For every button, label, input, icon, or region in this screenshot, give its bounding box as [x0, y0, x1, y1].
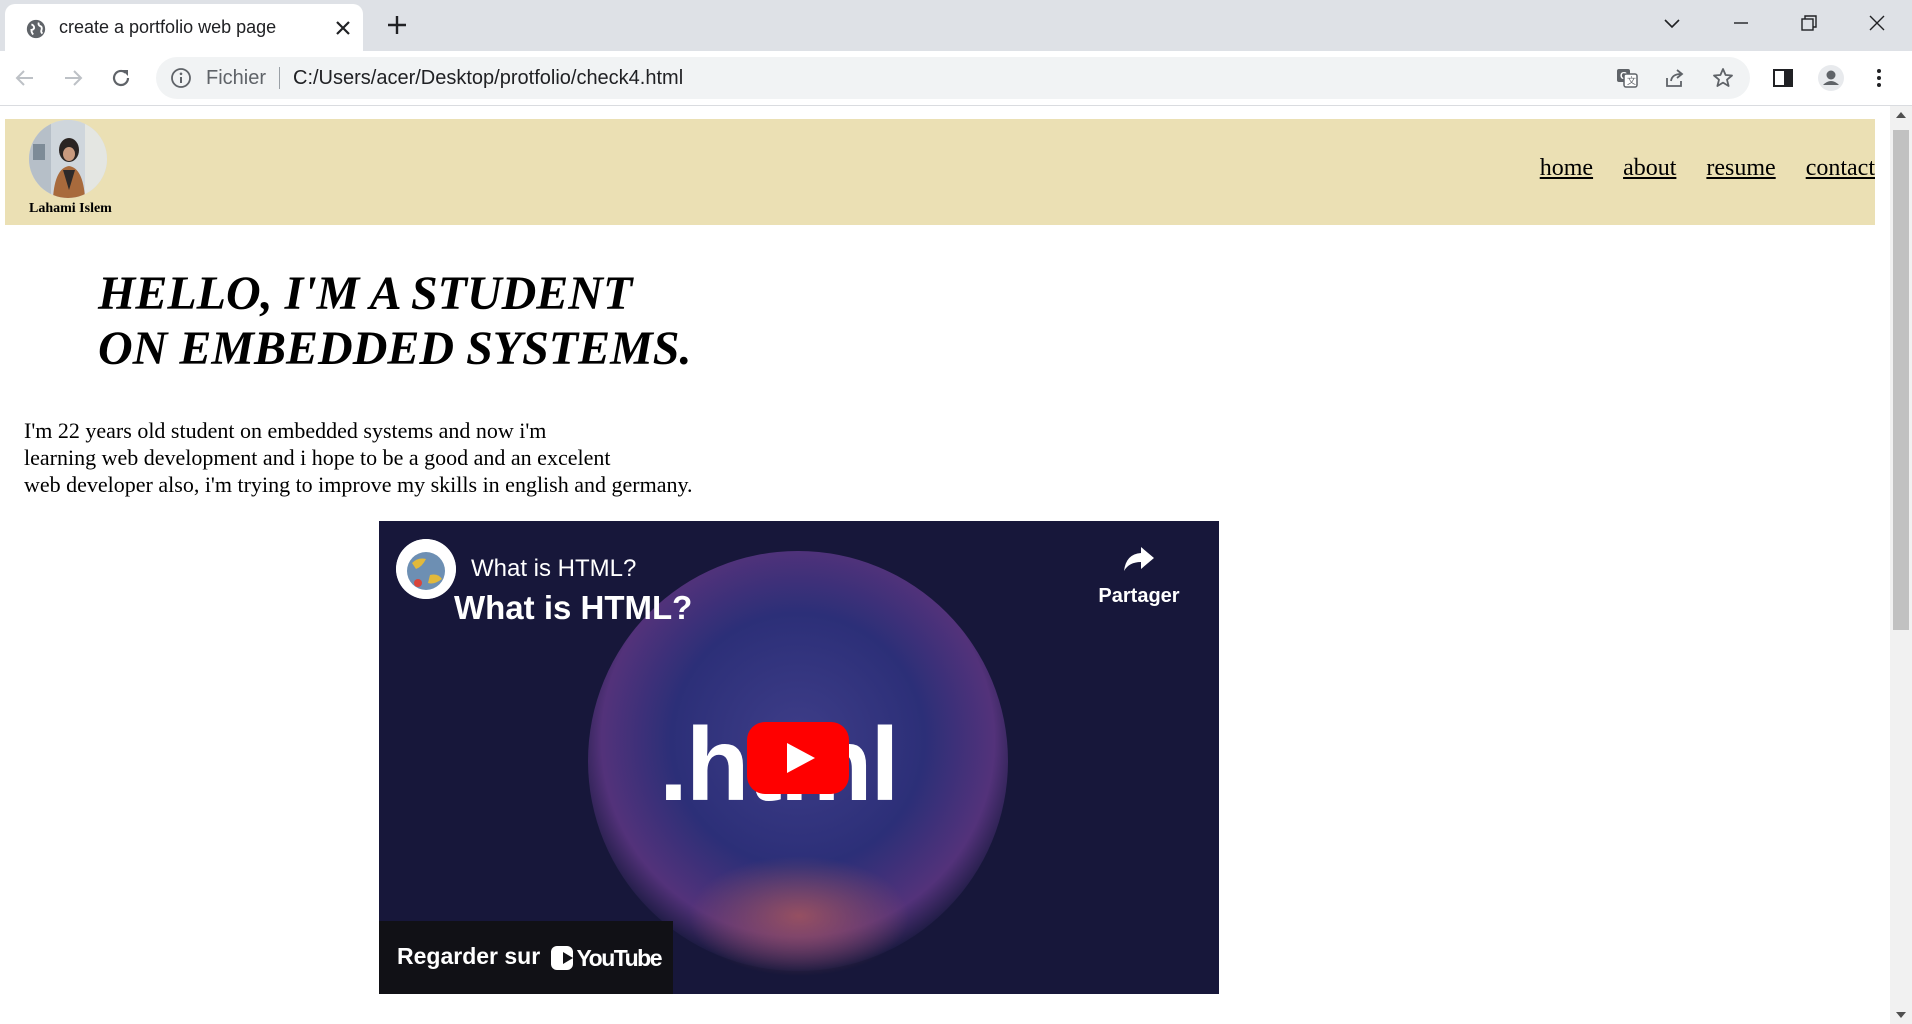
info-icon[interactable]	[170, 67, 192, 89]
intro-paragraph: I'm 22 years old student on embedded sys…	[24, 417, 693, 498]
watch-label: Regarder sur	[397, 943, 541, 969]
scroll-down-arrow-icon[interactable]	[1896, 1012, 1906, 1018]
tab-title: create a portfolio web page	[59, 17, 277, 37]
nav-link-about[interactable]: about	[1623, 155, 1676, 182]
hero-title-line-2: ON EMBEDDED SYSTEMS.	[98, 322, 692, 375]
hero-title: HELLO, I'M A STUDENT ON EMBEDDED SYSTEMS…	[98, 266, 691, 376]
svg-text:文: 文	[1627, 75, 1636, 86]
intro-line-1: I'm 22 years old student on embedded sys…	[24, 418, 547, 443]
nav-link-contact[interactable]: contact	[1806, 155, 1875, 182]
forward-arrow-icon[interactable]	[58, 63, 88, 93]
share-button[interactable]: Partager	[1079, 541, 1199, 613]
chevron-down-icon[interactable]	[1649, 6, 1695, 40]
tab-strip: create a portfolio web page	[0, 0, 1912, 51]
vertical-scrollbar[interactable]	[1890, 106, 1912, 1024]
share-arrow-icon	[1124, 547, 1154, 571]
address-separator	[279, 67, 280, 89]
plus-icon[interactable]	[382, 10, 412, 40]
youtube-logo: YouTube	[551, 943, 663, 973]
address-bar[interactable]: Fichier C:/Users/acer/Desktop/protfolio/…	[156, 57, 1750, 99]
security-label: Fichier	[206, 67, 267, 89]
watch-on-youtube-button[interactable]: Regarder sur YouTube	[379, 921, 673, 994]
profile-icon[interactable]	[1816, 63, 1846, 93]
reload-icon[interactable]	[106, 63, 136, 93]
intro-line-3: web developer also, i'm trying to improv…	[24, 472, 693, 497]
scroll-up-arrow-icon[interactable]	[1896, 112, 1906, 118]
play-button[interactable]	[747, 722, 849, 794]
globe-icon	[26, 19, 46, 39]
more-menu-icon[interactable]	[1864, 63, 1894, 93]
avatar	[29, 120, 107, 198]
page-viewport: Lahami Islem home about resume contact H…	[0, 106, 1890, 1024]
translate-icon[interactable]: G文	[1614, 65, 1640, 91]
url-input[interactable]: C:/Users/acer/Desktop/protfolio/check4.h…	[293, 67, 683, 90]
minimize-icon[interactable]	[1718, 6, 1764, 40]
close-icon[interactable]	[331, 16, 355, 40]
hero-title-line-1: HELLO, I'M A STUDENT	[98, 267, 633, 320]
youtube-wordmark: YouTube	[576, 944, 663, 971]
share-icon[interactable]	[1662, 65, 1688, 91]
nav-link-resume[interactable]: resume	[1706, 155, 1775, 182]
video-title[interactable]: What is HTML?	[471, 555, 636, 583]
browser-toolbar: Fichier C:/Users/acer/Desktop/protfolio/…	[0, 51, 1912, 106]
side-panel-icon[interactable]	[1768, 63, 1798, 93]
close-window-icon[interactable]	[1854, 6, 1900, 40]
restore-icon[interactable]	[1786, 6, 1832, 40]
back-arrow-icon[interactable]	[10, 63, 40, 93]
browser-tab[interactable]: create a portfolio web page	[5, 4, 363, 51]
youtube-play-icon	[551, 946, 573, 970]
channel-avatar[interactable]	[396, 539, 456, 599]
bookmark-star-icon[interactable]	[1710, 65, 1736, 91]
share-label: Partager	[1098, 585, 1180, 607]
site-header: Lahami Islem home about resume contact	[5, 119, 1875, 225]
youtube-embed[interactable]: What is HTML? What is HTML? Partager .ht…	[379, 521, 1219, 994]
site-nav: home about resume contact	[1540, 155, 1875, 182]
intro-line-2: learning web development and i hope to b…	[24, 445, 611, 470]
owner-name: Lahami Islem	[29, 201, 112, 216]
nav-link-home[interactable]: home	[1540, 155, 1593, 182]
scroll-thumb[interactable]	[1893, 130, 1909, 630]
video-overlay-title: What is HTML?	[454, 589, 693, 626]
